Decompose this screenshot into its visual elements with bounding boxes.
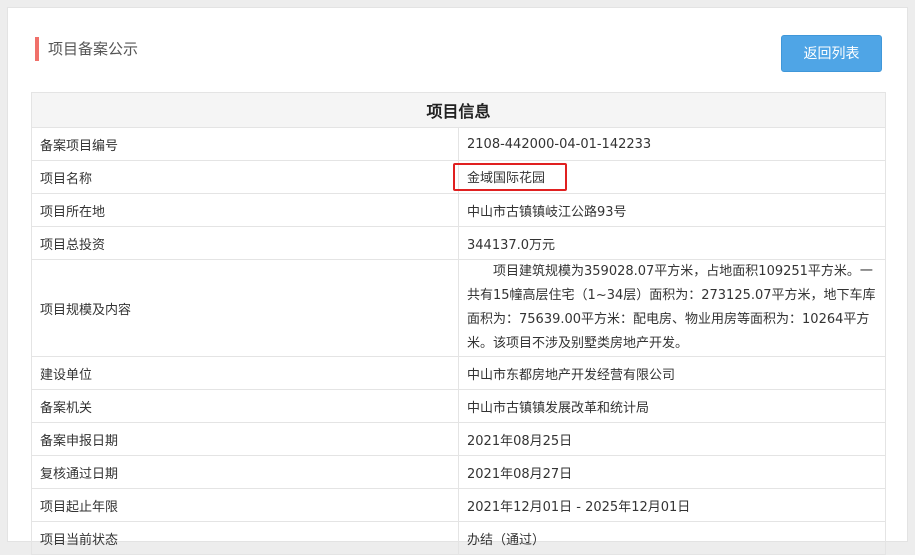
row-label: 备案机关 xyxy=(31,389,459,423)
back-to-list-button[interactable]: 返回列表 xyxy=(781,35,882,72)
row-value: 2021年08月27日 xyxy=(458,455,886,489)
table-row: 项目总投资 344137.0万元 xyxy=(31,226,886,260)
page-title: 项目备案公示 xyxy=(48,40,139,58)
table-row: 备案机关 中山市古镇镇发展改革和统计局 xyxy=(31,389,886,423)
row-label: 建设单位 xyxy=(31,356,459,390)
table-row: 项目所在地 中山市古镇镇岐江公路93号 xyxy=(31,193,886,227)
row-value: 2108-442000-04-01-142233 xyxy=(458,127,886,161)
table-row: 项目起止年限 2021年12月01日 - 2025年12月01日 xyxy=(31,488,886,522)
row-label: 项目当前状态 xyxy=(31,521,459,555)
project-name-highlight: 金域国际花园 xyxy=(453,163,568,191)
row-value: 金域国际花园 xyxy=(453,160,886,194)
row-label: 复核通过日期 xyxy=(31,455,459,489)
row-label: 项目规模及内容 xyxy=(31,259,459,357)
table-heading: 项目信息 xyxy=(31,92,886,128)
table-row: 建设单位 中山市东都房地产开发经营有限公司 xyxy=(31,356,886,390)
row-value: 中山市古镇镇岐江公路93号 xyxy=(458,193,886,227)
table-row: 项目当前状态 办结（通过） xyxy=(31,521,886,555)
title-accent-bar xyxy=(35,37,39,61)
table-row: 项目规模及内容 项目建筑规模为359028.07平方米，占地面积109251平方… xyxy=(31,259,886,357)
info-card: 项目备案公示 返回列表 项目信息 备案项目编号 2108-442000-04-0… xyxy=(7,7,908,555)
row-value: 中山市古镇镇发展改革和统计局 xyxy=(458,389,886,423)
row-label: 备案项目编号 xyxy=(31,127,459,161)
row-label: 项目所在地 xyxy=(31,193,459,227)
row-label: 备案申报日期 xyxy=(31,422,459,456)
row-label: 项目总投资 xyxy=(31,226,459,260)
row-value: 344137.0万元 xyxy=(458,226,886,260)
row-value: 2021年12月01日 - 2025年12月01日 xyxy=(458,488,886,522)
table-row: 项目名称 金域国际花园 xyxy=(31,160,886,194)
row-value: 中山市东都房地产开发经营有限公司 xyxy=(458,356,886,390)
row-value: 项目建筑规模为359028.07平方米，占地面积109251平方米。一共有15幢… xyxy=(458,259,886,357)
table-row: 复核通过日期 2021年08月27日 xyxy=(31,455,886,489)
table-header-row: 项目信息 xyxy=(31,92,886,128)
table-row: 备案申报日期 2021年08月25日 xyxy=(31,422,886,456)
row-label: 项目名称 xyxy=(31,160,459,194)
row-value: 2021年08月25日 xyxy=(458,422,886,456)
table-row: 备案项目编号 2108-442000-04-01-142233 xyxy=(31,127,886,161)
project-info-table: 项目信息 备案项目编号 2108-442000-04-01-142233 项目名… xyxy=(31,92,886,555)
row-label: 项目起止年限 xyxy=(31,488,459,522)
row-value: 办结（通过） xyxy=(458,521,886,555)
